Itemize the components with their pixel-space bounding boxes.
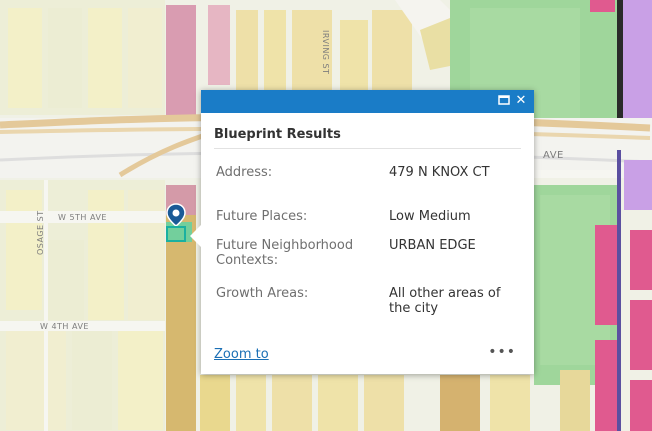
neighborhood-contexts-value: URBAN EDGE (389, 238, 476, 253)
more-actions-button[interactable]: ••• (488, 344, 516, 360)
popup-title: Blueprint Results (214, 127, 341, 142)
street-label-ave: AVE (543, 150, 564, 161)
blueprint-results-popup: ✕ Blueprint Results Address: 479 N KNOX … (190, 90, 534, 374)
future-places-label: Future Places: (216, 209, 308, 224)
street-label-osage: OSAGE ST (36, 210, 45, 255)
map-pin-icon[interactable] (166, 203, 186, 242)
future-places-value: Low Medium (389, 209, 471, 224)
growth-areas-value: All other areas of the city (389, 286, 501, 316)
address-label: Address: (216, 165, 273, 180)
maximize-icon[interactable] (497, 94, 511, 108)
popup-header: ✕ (201, 90, 534, 113)
growth-areas-label: Growth Areas: (216, 286, 309, 301)
street-label-4th-ave: W 4TH AVE (40, 322, 89, 331)
street-label-irving: IRVING ST (321, 30, 330, 75)
popup-pointer (190, 225, 201, 247)
title-divider (214, 148, 521, 149)
neighborhood-contexts-label: Future Neighborhood Contexts: (216, 238, 354, 268)
popup-footer: Zoom to ••• (201, 340, 534, 374)
street-label-5th-ave: W 5TH AVE (58, 213, 107, 222)
address-value: 479 N KNOX CT (389, 165, 490, 180)
zoom-to-link[interactable]: Zoom to (214, 347, 269, 362)
close-icon[interactable]: ✕ (514, 94, 528, 108)
